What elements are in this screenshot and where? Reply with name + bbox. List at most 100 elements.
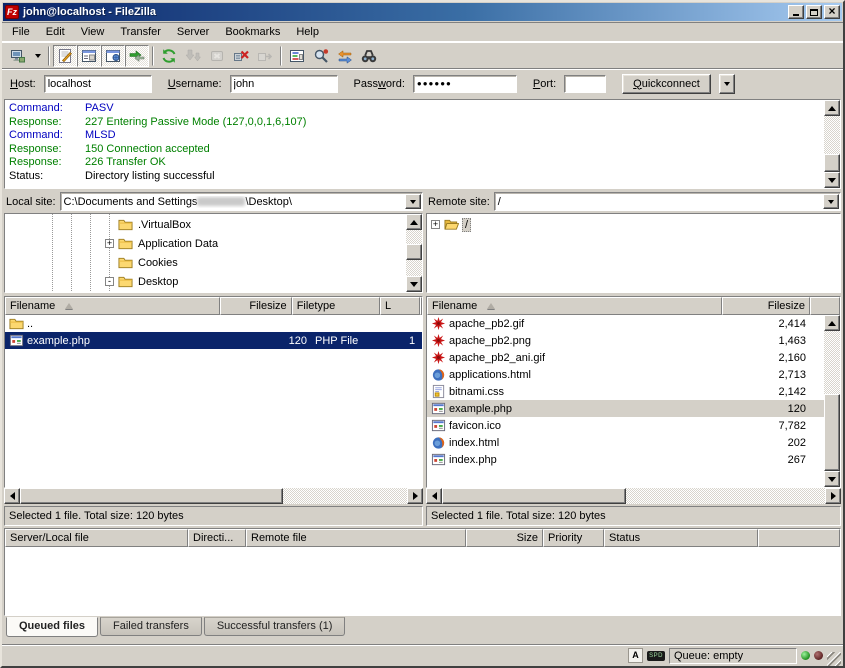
file-row[interactable]: applications.html 2,713 <box>427 366 824 383</box>
menu-item[interactable]: Transfer <box>112 24 169 40</box>
file-row[interactable]: index.html 202 <box>427 434 824 451</box>
queue-column-header[interactable]: Server/Local file <box>5 529 188 547</box>
toggle-transfer-queue-button[interactable] <box>125 45 149 67</box>
file-row[interactable]: index.php 267 <box>427 451 824 468</box>
menu-item[interactable]: Server <box>169 24 217 40</box>
scrollbar-thumb[interactable] <box>406 244 422 260</box>
scroll-down-button[interactable] <box>406 276 422 292</box>
reconnect-button[interactable] <box>253 45 277 67</box>
queue-column-header[interactable]: Remote file <box>246 529 466 547</box>
local-site-label: Local site: <box>4 196 60 208</box>
menu-item[interactable]: File <box>4 24 38 40</box>
cancel-operation-button[interactable] <box>205 45 229 67</box>
toggle-message-log-button[interactable] <box>53 45 77 67</box>
file-row[interactable]: .. <box>5 315 422 332</box>
combo-dropdown-icon[interactable] <box>405 194 421 209</box>
tree-expander[interactable]: - <box>105 277 114 286</box>
local-tree-scrollbar[interactable] <box>406 214 422 292</box>
scrollbar-thumb[interactable] <box>442 488 626 504</box>
disconnect-button[interactable] <box>229 45 253 67</box>
file-row[interactable]: bitnami.css 2,142 <box>427 383 824 400</box>
menu-item[interactable]: Edit <box>38 24 73 40</box>
directory-filters-button[interactable] <box>285 45 309 67</box>
resize-grip[interactable] <box>827 652 841 666</box>
tree-expander[interactable]: + <box>431 220 440 229</box>
queue-column-header[interactable] <box>758 529 840 547</box>
host-input[interactable] <box>44 75 152 93</box>
remote-list-hscrollbar[interactable] <box>426 488 841 504</box>
synchronized-browsing-button[interactable] <box>333 45 357 67</box>
scroll-right-button[interactable] <box>825 488 841 504</box>
combo-dropdown-icon[interactable] <box>823 194 839 209</box>
scroll-left-button[interactable] <box>426 488 442 504</box>
queue-tabs: Queued files Failed transfers Successful… <box>2 616 843 637</box>
scroll-left-button[interactable] <box>4 488 20 504</box>
file-row[interactable]: example.php 120 <box>427 400 824 417</box>
bottom-strip <box>2 637 843 644</box>
local-list-hscrollbar[interactable] <box>4 488 423 504</box>
compare-directories-button[interactable] <box>309 45 333 67</box>
queue-tab[interactable]: Successful transfers (1) <box>204 617 346 636</box>
local-site-combobox[interactable]: C:\Documents and Settings\Desktop\ <box>60 192 423 211</box>
file-row[interactable]: apache_pb2.gif 2,414 <box>427 315 824 332</box>
site-manager-dropdown[interactable] <box>30 45 45 67</box>
column-header[interactable]: Filename <box>427 297 722 315</box>
password-input[interactable] <box>413 75 517 93</box>
toggle-remote-tree-button[interactable] <box>101 45 125 67</box>
queue-column-header[interactable]: Directi... <box>188 529 246 547</box>
scroll-up-button[interactable] <box>406 214 422 230</box>
queue-tab[interactable]: Queued files <box>6 617 98 637</box>
toolbar-icon <box>313 48 329 64</box>
scroll-down-button[interactable] <box>824 471 840 487</box>
tree-item[interactable]: - Desktop <box>5 272 406 291</box>
port-label: Port: <box>533 78 556 90</box>
scrollbar-thumb[interactable] <box>824 154 840 172</box>
file-row[interactable]: example.php 120 PHP File 1 <box>5 332 422 349</box>
refresh-button[interactable] <box>157 45 181 67</box>
file-row[interactable]: apache_pb2_ani.gif 2,160 <box>427 349 824 366</box>
scroll-up-button[interactable] <box>824 315 840 331</box>
tree-expander[interactable]: + <box>105 239 114 248</box>
queue-column-header[interactable]: Status <box>604 529 758 547</box>
port-input[interactable] <box>564 75 606 93</box>
column-header[interactable]: Filesize <box>220 297 292 315</box>
remote-site-combobox[interactable]: / <box>494 192 841 211</box>
file-row[interactable]: favicon.ico 7,782 <box>427 417 824 434</box>
maximize-button[interactable] <box>806 5 822 19</box>
column-header[interactable]: Filesize <box>722 297 810 315</box>
scroll-up-button[interactable] <box>824 100 840 116</box>
minimize-button[interactable] <box>788 5 804 19</box>
tree-item[interactable]: + / <box>427 215 840 234</box>
tree-item[interactable]: + Application Data <box>5 234 406 253</box>
file-icon <box>9 333 24 348</box>
quickconnect-dropdown[interactable] <box>719 74 735 94</box>
site-manager-button[interactable] <box>6 45 30 67</box>
message-log-scrollbar[interactable] <box>824 100 840 188</box>
column-header[interactable]: Filename <box>5 297 220 315</box>
status-bar: A SPD Queue: empty <box>2 644 843 666</box>
tree-item[interactable]: Cookies <box>5 253 406 272</box>
find-files-button[interactable] <box>357 45 381 67</box>
title-bar[interactable]: Fz john@localhost - FileZilla <box>3 3 842 21</box>
close-button[interactable] <box>824 5 840 19</box>
scrollbar-thumb[interactable] <box>20 488 283 504</box>
remote-list-scrollbar[interactable] <box>824 315 840 487</box>
column-header[interactable]: Filetype <box>292 297 380 315</box>
column-header[interactable]: L <box>380 297 420 315</box>
menu-item[interactable]: View <box>73 24 113 40</box>
menu-item[interactable]: Help <box>288 24 327 40</box>
scroll-down-button[interactable] <box>824 172 840 188</box>
queue-tab[interactable]: Failed transfers <box>100 617 202 636</box>
speed-limits-icon[interactable]: SPD <box>647 651 665 661</box>
menu-item[interactable]: Bookmarks <box>217 24 288 40</box>
process-queue-button[interactable] <box>181 45 205 67</box>
toggle-local-tree-button[interactable] <box>77 45 101 67</box>
quickconnect-button[interactable]: Quickconnect <box>622 74 711 94</box>
username-input[interactable] <box>230 75 338 93</box>
scrollbar-thumb[interactable] <box>824 394 840 471</box>
queue-column-header[interactable]: Size <box>466 529 543 547</box>
tree-item[interactable]: .VirtualBox <box>5 215 406 234</box>
queue-column-header[interactable]: Priority <box>543 529 604 547</box>
scroll-right-button[interactable] <box>407 488 423 504</box>
file-row[interactable]: apache_pb2.png 1,463 <box>427 332 824 349</box>
